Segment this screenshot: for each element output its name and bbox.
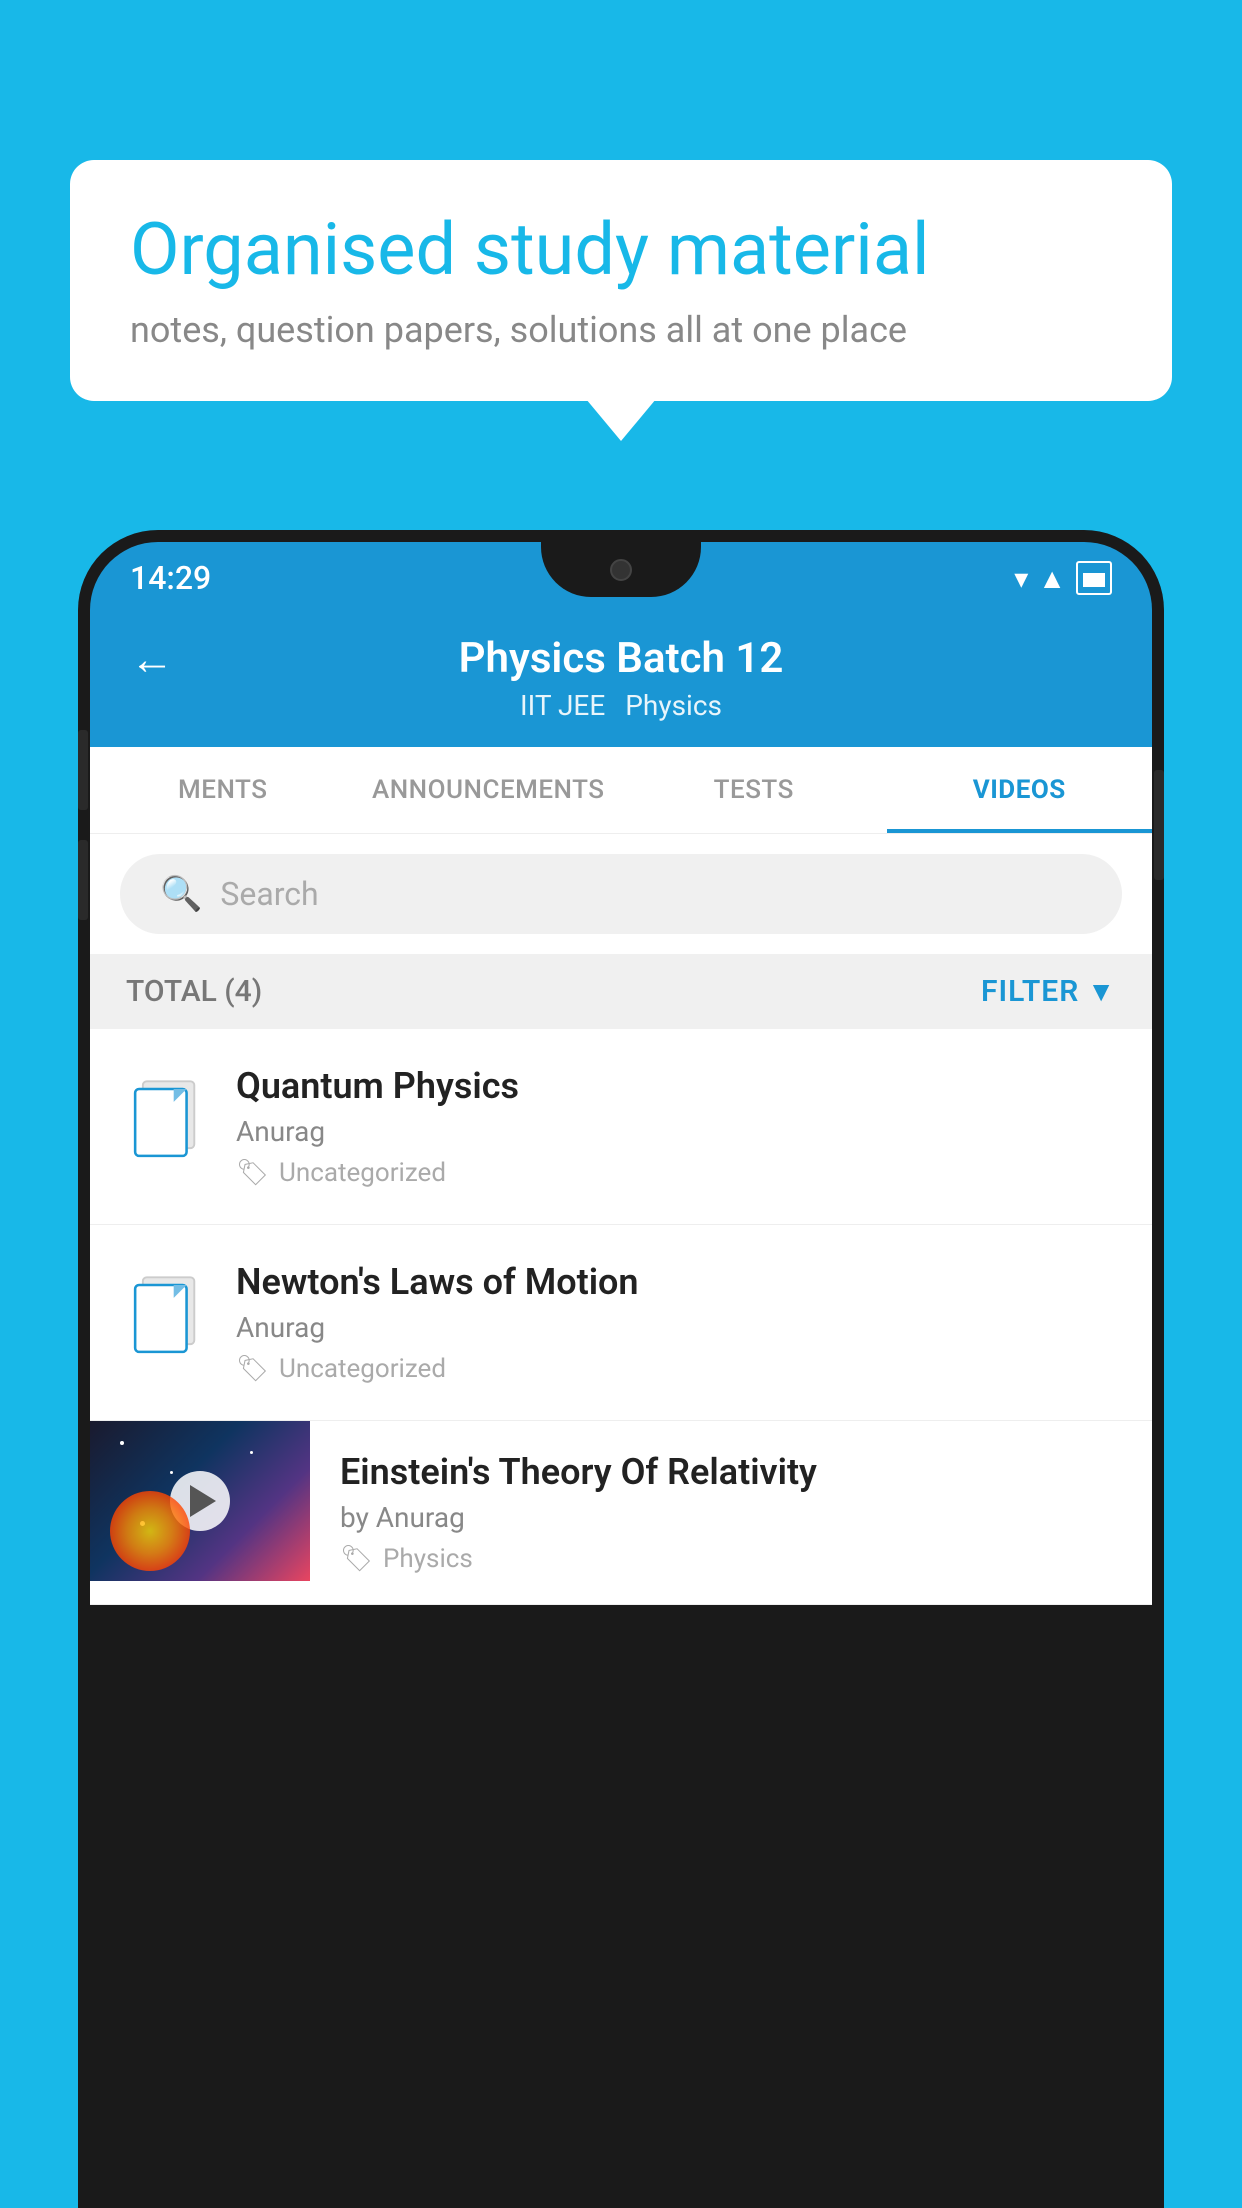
vol-down-button[interactable]: [78, 840, 88, 920]
item-author: Anurag: [236, 1311, 1116, 1344]
space-dot: [170, 1471, 173, 1474]
video-thumbnail: [90, 1421, 310, 1581]
play-triangle-icon: [190, 1485, 216, 1517]
item-info: Einstein's Theory Of Relativity by Anura…: [310, 1421, 1152, 1604]
tag-icon: 🏷: [236, 1158, 269, 1188]
vol-up-button[interactable]: [78, 730, 88, 810]
item-title: Einstein's Theory Of Relativity: [340, 1451, 1122, 1493]
search-icon: 🔍: [160, 874, 202, 914]
header-subtitle-physics: Physics: [625, 689, 722, 722]
space-dot: [120, 1441, 124, 1445]
search-bar-container: 🔍 Search: [90, 834, 1152, 954]
item-info: Quantum Physics Anurag 🏷 Uncategorized: [236, 1065, 1116, 1188]
speech-bubble-subtitle: notes, question papers, solutions all at…: [130, 309, 1112, 351]
phone-frame: 14:29 ▾ ▲ ← Physics Batch 12: [78, 530, 1164, 2208]
status-time: 14:29: [130, 559, 211, 597]
file-icon: [126, 1267, 206, 1357]
item-tag: 🏷 Uncategorized: [236, 1354, 1116, 1384]
signal-icon: ▲: [1038, 562, 1066, 595]
search-placeholder: Search: [220, 875, 318, 913]
status-bar: 14:29 ▾ ▲: [90, 542, 1152, 614]
back-button[interactable]: ←: [130, 633, 174, 685]
list-item[interactable]: Newton's Laws of Motion Anurag 🏷 Uncateg…: [90, 1225, 1152, 1421]
camera-dot: [610, 559, 632, 581]
speech-bubble: Organised study material notes, question…: [70, 160, 1172, 401]
planet-glow: [110, 1491, 190, 1571]
item-author: by Anurag: [340, 1501, 1122, 1534]
list-item[interactable]: Quantum Physics Anurag 🏷 Uncategorized: [90, 1029, 1152, 1225]
item-author: Anurag: [236, 1115, 1116, 1148]
filter-label: FILTER: [981, 974, 1079, 1009]
power-button[interactable]: [1154, 770, 1164, 880]
header-subtitle-iitjee: IIT JEE: [520, 689, 605, 722]
notch: [541, 542, 701, 597]
tab-ments[interactable]: MENTS: [90, 747, 356, 833]
tag-icon: 🏷: [340, 1544, 373, 1574]
space-dot: [250, 1451, 253, 1454]
tab-videos[interactable]: VIDEOS: [887, 747, 1153, 833]
filter-button[interactable]: FILTER ▼: [981, 974, 1116, 1009]
item-info: Newton's Laws of Motion Anurag 🏷 Uncateg…: [236, 1261, 1116, 1384]
battery-icon: [1076, 561, 1112, 595]
filter-bar: TOTAL (4) FILTER ▼: [90, 954, 1152, 1029]
status-icons: ▾ ▲: [1014, 561, 1112, 595]
speech-bubble-title: Organised study material: [130, 210, 1112, 289]
tag-label: Uncategorized: [279, 1158, 446, 1188]
phone-screen: 14:29 ▾ ▲ ← Physics Batch 12: [90, 542, 1152, 2208]
header-subtitle: IIT JEE Physics: [520, 689, 722, 722]
tab-tests[interactable]: TESTS: [621, 747, 887, 833]
app-header: ← Physics Batch 12 IIT JEE Physics: [90, 614, 1152, 747]
item-title: Quantum Physics: [236, 1065, 1116, 1107]
item-tag: 🏷 Uncategorized: [236, 1158, 1116, 1188]
item-title: Newton's Laws of Motion: [236, 1261, 1116, 1303]
wifi-icon: ▾: [1014, 562, 1028, 595]
header-row: ← Physics Batch 12: [130, 634, 1112, 683]
item-tag: 🏷 Physics: [340, 1544, 1122, 1574]
tab-announcements[interactable]: ANNOUNCEMENTS: [356, 747, 622, 833]
tag-label: Uncategorized: [279, 1354, 446, 1384]
list-item[interactable]: Einstein's Theory Of Relativity by Anura…: [90, 1421, 1152, 1605]
search-input-wrapper[interactable]: 🔍 Search: [120, 854, 1122, 934]
tag-icon: 🏷: [236, 1354, 269, 1384]
filter-icon: ▼: [1087, 975, 1116, 1008]
file-icon: [126, 1071, 206, 1161]
tabs-bar: MENTS ANNOUNCEMENTS TESTS VIDEOS: [90, 747, 1152, 834]
tag-label: Physics: [383, 1544, 473, 1574]
header-title: Physics Batch 12: [459, 634, 784, 683]
total-count-label: TOTAL (4): [126, 974, 262, 1009]
